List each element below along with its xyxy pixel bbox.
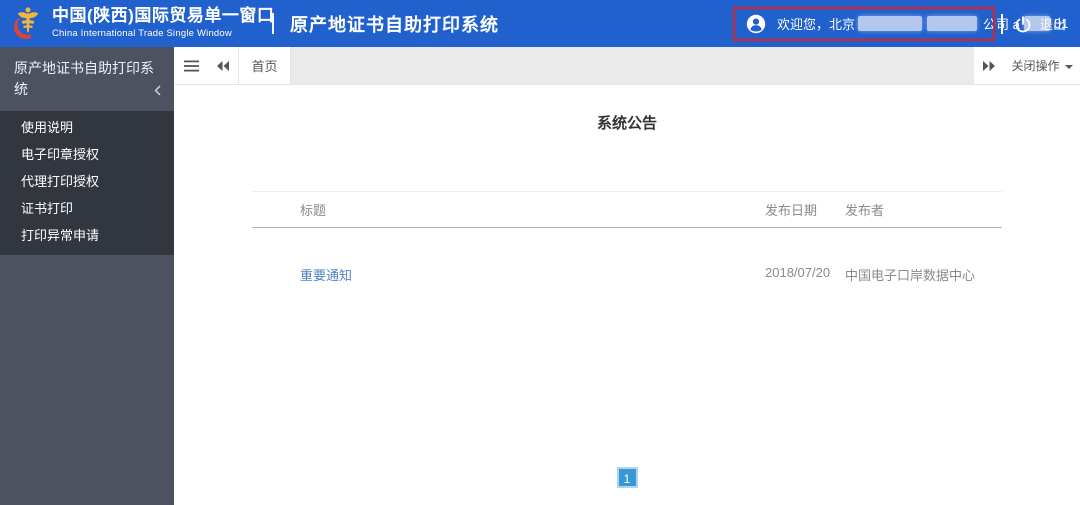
- sidebar-item-print-exception-request[interactable]: 打印异常申请: [0, 222, 174, 249]
- user-avatar-icon: [746, 14, 766, 33]
- sidebar-item-eseal-authorization[interactable]: 电子印章授权: [0, 141, 174, 168]
- table-row: 重要通知 2018/07/20 中国电子口岸数据中心: [252, 228, 1002, 284]
- hamburger-icon: [183, 60, 199, 71]
- brand-subtitle: China International Trade Single Window: [52, 28, 232, 39]
- redacted-company-name-1: [858, 16, 923, 31]
- double-chevron-right-icon: [983, 60, 995, 71]
- sidebar-toggle-button[interactable]: [174, 47, 208, 84]
- column-header-publish-date: 发布日期: [765, 203, 818, 218]
- tab-strip-filler: [291, 47, 974, 84]
- page-title: 系统公告: [596, 115, 657, 132]
- table-header-row: 标题 发布日期 发布者: [252, 191, 1002, 228]
- sidebar: 原产地证书自助打印系统 使用说明 电子印章授权 代理打印授权 证书打印 打印异常…: [0, 47, 174, 505]
- column-header-title: 标题: [300, 203, 327, 218]
- close-operations-label: 关闭操作: [1011, 59, 1060, 73]
- caret-down-icon: [1064, 64, 1073, 69]
- close-operations-dropdown[interactable]: 关闭操作: [1004, 47, 1080, 84]
- sidebar-root-menu[interactable]: 原产地证书自助打印系统: [0, 47, 174, 111]
- sidebar-item-certificate-print[interactable]: 证书打印: [0, 195, 174, 222]
- brand-block: 中国(陕西)国际贸易单一窗口 China International Trade…: [52, 6, 274, 39]
- tab-home[interactable]: 首页: [238, 47, 291, 84]
- system-title: 原产地证书自助打印系统: [290, 15, 499, 35]
- title-divider: [272, 13, 274, 34]
- top-header-bar: 中国(陕西)国际贸易单一窗口 China International Trade…: [0, 0, 1080, 47]
- chevron-left-icon: [154, 85, 161, 96]
- pagination: 1: [174, 467, 1080, 488]
- column-header-publisher: 发布者: [845, 203, 885, 218]
- power-icon: [1015, 15, 1031, 32]
- brand-title: 中国(陕西)国际贸易单一窗口: [52, 6, 275, 25]
- pagination-page-1-button[interactable]: 1: [616, 467, 638, 488]
- sidebar-title: 原产地证书自助打印系统: [14, 60, 154, 97]
- announcement-publisher: 中国电子口岸数据中心: [845, 268, 976, 283]
- welcome-text-prefix: 欢迎您，北京: [777, 17, 856, 32]
- logout-label: 退出: [1040, 17, 1067, 32]
- announcement-table: 标题 发布日期 发布者 重要通知 2018/07/20 中国电子口岸数据中心: [252, 191, 1002, 284]
- double-chevron-left-icon: [217, 60, 229, 71]
- announcement-date: 2018/07/20: [765, 265, 831, 280]
- tab-toolbar: 首页 关闭操作: [174, 47, 1080, 85]
- customs-emblem-logo-icon: [13, 7, 39, 40]
- announcement-link[interactable]: 重要通知: [300, 268, 352, 283]
- scroll-tabs-left-button[interactable]: [208, 47, 238, 84]
- redacted-company-name-2: [927, 16, 978, 31]
- scroll-tabs-right-button[interactable]: [974, 47, 1004, 84]
- sidebar-item-usage-instructions[interactable]: 使用说明: [0, 114, 174, 141]
- sidebar-item-agent-print-authorization[interactable]: 代理打印授权: [0, 168, 174, 195]
- main-content: 系统公告 标题 发布日期 发布者 重要通知 2018/07/20 中国电子口岸数…: [174, 85, 1080, 505]
- header-divider: [1001, 14, 1003, 34]
- sidebar-submenu: 使用说明 电子印章授权 代理打印授权 证书打印 打印异常申请: [0, 111, 174, 255]
- logout-button[interactable]: 退出: [1014, 0, 1066, 47]
